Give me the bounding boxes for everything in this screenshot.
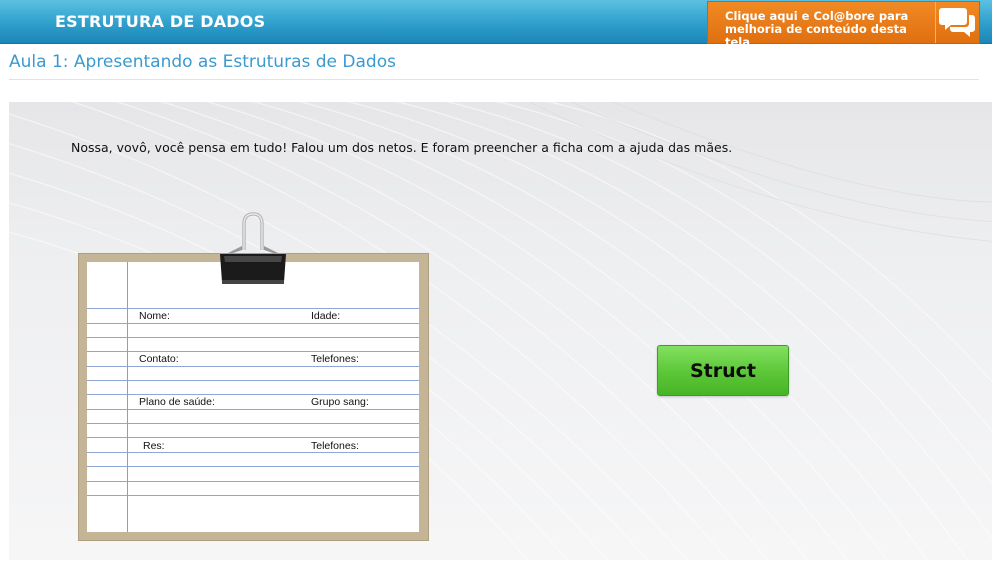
form-margin-line (127, 262, 128, 532)
field-label-telefones-res: Telefones: (311, 440, 359, 452)
struct-button[interactable]: Struct (657, 345, 789, 396)
clipboard: Nome: Idade: Contato: Telefones: Plano d… (78, 253, 429, 541)
form-line (87, 481, 419, 482)
form-line (87, 423, 419, 424)
form-line (87, 366, 419, 367)
form-line (87, 495, 419, 496)
top-banner: ESTRUTURA DE DADOS Clique aqui e Col@bor… (0, 0, 992, 49)
form-sheet: Nome: Idade: Contato: Telefones: Plano d… (87, 262, 419, 532)
form-line (87, 380, 419, 381)
collaborate-line-2: melhoria de conteúdo desta tela (725, 22, 907, 49)
collaborate-divider (935, 2, 936, 43)
collaborate-button[interactable]: Clique aqui e Col@bore para melhoria de … (707, 1, 980, 49)
form-line (87, 351, 419, 352)
collaborate-text: Clique aqui e Col@bore para melhoria de … (725, 10, 935, 49)
narration-text: Nossa, vovô, você pensa em tudo! Falou u… (71, 140, 733, 155)
form-line (87, 466, 419, 467)
form-line (87, 437, 419, 438)
course-title: ESTRUTURA DE DADOS (55, 12, 266, 31)
content-panel: Nossa, vovô, você pensa em tudo! Falou u… (9, 102, 992, 560)
form-line (87, 337, 419, 338)
field-label-plano-de-saude: Plano de saúde: (139, 396, 215, 408)
field-label-telefones: Telefones: (311, 353, 359, 365)
speech-bubbles-icon (939, 8, 975, 37)
form-line (87, 452, 419, 453)
lesson-divider (9, 79, 979, 80)
field-label-contato: Contato: (139, 353, 179, 365)
form-line (87, 409, 419, 410)
form-line (87, 394, 419, 395)
lesson-title: Aula 1: Apresentando as Estruturas de Da… (9, 52, 396, 72)
form-line (87, 323, 419, 324)
form-line (87, 308, 419, 309)
field-label-grupo-sang: Grupo sang: (311, 396, 369, 408)
binder-clip-icon (220, 212, 286, 284)
field-label-nome: Nome: (139, 310, 170, 322)
field-label-res: Res: (143, 440, 165, 452)
field-label-idade: Idade: (311, 310, 341, 322)
